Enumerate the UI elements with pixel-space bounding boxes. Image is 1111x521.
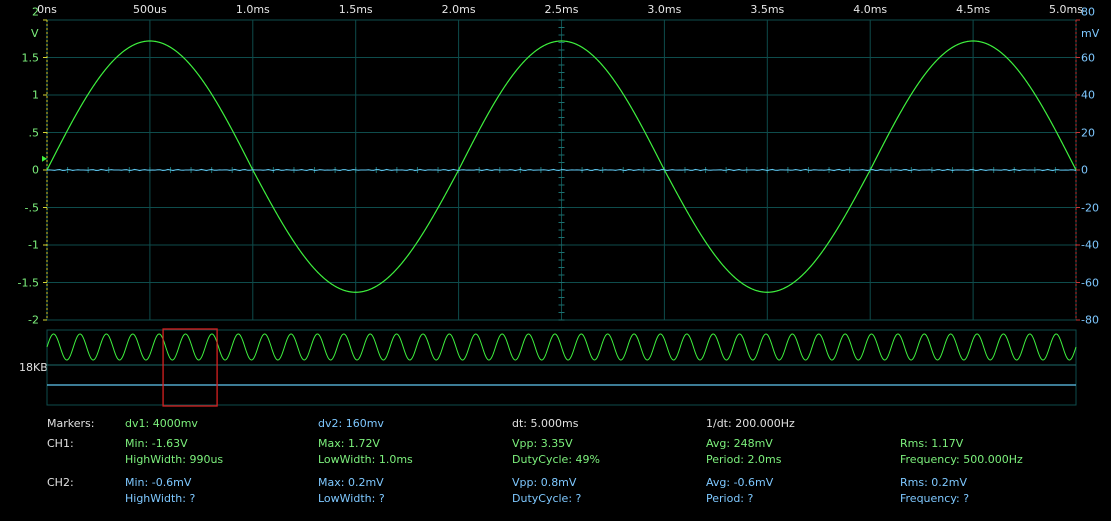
- ch1-vpp: Vpp: 3.35V: [512, 437, 573, 450]
- ch1-min: Min: -1.63V: [125, 437, 188, 450]
- ch1-rms: Rms: 1.17V: [900, 437, 964, 450]
- marker-inv-dt: 1/dt: 200.000Hz: [706, 417, 795, 430]
- ch1-frequency: Frequency: 500.000Hz: [900, 453, 1023, 466]
- ch2-high-width: HighWidth: ?: [125, 492, 196, 505]
- trigger-marker-icon: [42, 155, 47, 162]
- ch2-min: Min: -0.6mV: [125, 476, 192, 489]
- overview-ch1-waveform: [46, 333, 1077, 361]
- ch2-vpp: Vpp: 0.8mV: [512, 476, 577, 489]
- waveform-plot[interactable]: [0, 0, 1111, 325]
- ch2-duty-cycle: DutyCycle: ?: [512, 492, 582, 505]
- ch2-rms: Rms: 0.2mV: [900, 476, 968, 489]
- markers-label: Markers:: [47, 417, 95, 430]
- ch1-duty-cycle: DutyCycle: 49%: [512, 453, 600, 466]
- oscilloscope-view[interactable]: 0ns 500us 1.0ms 1.5ms 2.0ms 2.5ms 3.0ms 3.5ms 4.…: [0, 0, 1111, 327]
- ch2-label: CH2:: [47, 476, 74, 489]
- marker-dv1: dv1: 4000mv: [125, 417, 198, 430]
- ch1-low-width: LowWidth: 1.0ms: [318, 453, 413, 466]
- ch2-frequency: Frequency: ?: [900, 492, 970, 505]
- ch2-max: Max: 0.2mV: [318, 476, 384, 489]
- ch1-max: Max: 1.72V: [318, 437, 380, 450]
- ch1-label: CH1:: [47, 437, 74, 450]
- marker-dt: dt: 5.000ms: [512, 417, 579, 430]
- ch2-period: Period: ?: [706, 492, 754, 505]
- ch1-avg: Avg: 248mV: [706, 437, 773, 450]
- ch2-low-width: LowWidth: ?: [318, 492, 385, 505]
- buffer-overview[interactable]: [0, 325, 1111, 410]
- ch2-avg: Avg: -0.6mV: [706, 476, 774, 489]
- measurements-panel: Markers: dv1: 4000mv dv2: 160mv dt: 5.00…: [0, 412, 1111, 517]
- ch1-period: Period: 2.0ms: [706, 453, 782, 466]
- ch1-high-width: HighWidth: 990us: [125, 453, 224, 466]
- overview-frame: [46, 329, 1077, 406]
- marker-dv2: dv2: 160mv: [318, 417, 384, 430]
